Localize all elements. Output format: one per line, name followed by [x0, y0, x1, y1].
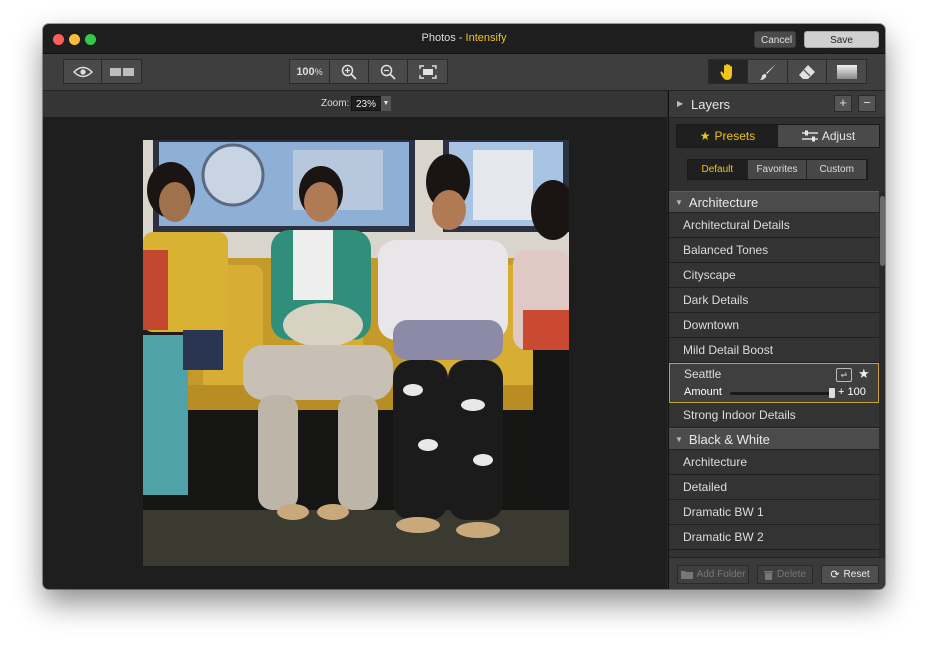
split-view-button[interactable] — [101, 59, 142, 84]
list-item[interactable]: Dark Details — [669, 288, 879, 313]
title-bar: Photos - Intensify Cancel Save Changes — [43, 24, 885, 63]
amount-label: Amount — [684, 386, 722, 398]
list-item[interactable]: Dramatic BW 1 — [669, 500, 879, 525]
tab-presets-label: Presets — [714, 129, 756, 143]
preset-list-scrollbar[interactable] — [879, 191, 885, 581]
gradient-icon — [836, 64, 857, 79]
add-folder-label: Add Folder — [696, 569, 746, 580]
amount-slider-handle[interactable] — [829, 388, 835, 398]
favorite-star-icon[interactable]: ★ — [858, 366, 870, 382]
zoom-dropdown-arrow-icon[interactable]: ▼ — [381, 96, 391, 111]
star-icon: ★ — [699, 129, 711, 143]
remove-layer-button[interactable]: − — [858, 95, 876, 112]
category-header-black-white[interactable]: ▼ Black & White — [669, 428, 879, 450]
hand-icon — [720, 63, 732, 80]
fit-screen-icon — [418, 64, 437, 79]
eraser-tool-button[interactable] — [787, 59, 827, 84]
disclosure-down-icon: ▼ — [675, 197, 683, 207]
amount-slider-track[interactable] — [730, 392, 835, 395]
save-changes-button[interactable]: Save Changes — [804, 31, 879, 63]
reset-button[interactable]: ⟳ Reset — [821, 565, 879, 584]
fit-to-window-button[interactable] — [407, 59, 448, 84]
brush-tool-button[interactable] — [747, 59, 788, 84]
delete-button[interactable]: Delete — [757, 565, 813, 584]
brush-icon — [759, 63, 776, 80]
list-item[interactable]: Detailed — [669, 475, 879, 500]
trash-icon — [764, 570, 774, 580]
add-layer-button[interactable]: + — [834, 95, 852, 112]
window-title-app: Intensify — [465, 32, 507, 44]
split-view-icon — [109, 67, 134, 76]
list-item[interactable]: Cityscape — [669, 263, 879, 288]
reset-label: Reset — [843, 569, 870, 580]
layers-header[interactable]: ▶ Layers + − — [669, 91, 885, 118]
subtab-favorites[interactable]: Favorites — [747, 160, 808, 179]
preset-settings-icon[interactable]: ⇌ — [836, 368, 852, 382]
subway-photo-illustration — [143, 140, 569, 566]
zoom-label: Zoom: — [321, 98, 350, 109]
list-item[interactable]: Balanced Tones — [669, 238, 879, 263]
tab-adjust[interactable]: Adjust — [778, 125, 879, 147]
preset-list: ▼ Architecture Architectural Details Bal… — [669, 191, 879, 581]
disclosure-down-icon: ▼ — [675, 434, 683, 444]
cancel-button[interactable]: Cancel — [754, 31, 796, 48]
zoom-100-button[interactable]: 100% — [289, 59, 330, 84]
window-title-prefix: Photos - — [421, 32, 466, 44]
folder-icon — [680, 571, 693, 579]
subtab-custom[interactable]: Custom — [807, 160, 868, 179]
list-item[interactable]: Downtown — [669, 313, 879, 338]
amount-value: + 100 — [838, 386, 866, 398]
zoom-100-label: 100 — [296, 65, 315, 78]
zoom-100-unit: % — [314, 66, 323, 77]
add-folder-button[interactable]: Add Folder — [677, 565, 749, 584]
presets-panel: ▶ Layers + − ★ Presets Adjust Default Fa… — [668, 91, 885, 589]
plus-icon: + — [839, 95, 847, 110]
app-window: Photos - Intensify Cancel Save Changes 1… — [43, 24, 885, 589]
category-name: Architecture — [688, 194, 759, 210]
minus-icon: − — [863, 95, 871, 110]
panel-mode-tabs: ★ Presets Adjust — [676, 124, 880, 148]
tab-adjust-label: Adjust — [821, 129, 856, 143]
zoom-out-button[interactable] — [368, 59, 408, 84]
zoom-bar: Zoom: 23% ▼ — [43, 91, 667, 118]
list-item[interactable]: Strong Indoor Details — [669, 403, 879, 428]
zoom-in-icon — [341, 64, 357, 80]
preset-filter-tabs: Default Favorites Custom — [687, 159, 868, 180]
eraser-icon — [799, 64, 815, 79]
image-canvas[interactable] — [43, 118, 667, 589]
panel-footer: Add Folder Delete ⟳ Reset — [669, 557, 885, 589]
zoom-out-icon — [380, 64, 396, 80]
list-item[interactable]: Architectural Details — [669, 213, 879, 238]
list-item[interactable]: Architecture — [669, 450, 879, 475]
zoom-in-button[interactable] — [329, 59, 369, 84]
gradient-tool-button[interactable] — [826, 59, 867, 84]
toolbar: 100% — [43, 54, 885, 91]
subtab-default[interactable]: Default — [688, 160, 748, 179]
layers-label: Layers — [691, 97, 731, 112]
photo-preview — [143, 140, 569, 566]
list-item[interactable]: Dramatic BW 2 — [669, 525, 879, 550]
list-item[interactable]: Mild Detail Boost — [669, 338, 879, 363]
category-name: Black & White — [688, 431, 770, 447]
tab-presets[interactable]: ★ Presets — [677, 125, 778, 147]
selected-preset[interactable]: Seattle ⇌ ★ Amount + 100 — [669, 363, 879, 403]
reset-icon: ⟳ — [830, 569, 840, 581]
delete-label: Delete — [777, 569, 806, 580]
hand-tool-button[interactable] — [708, 59, 748, 84]
eye-icon — [72, 66, 93, 77]
sliders-icon — [801, 130, 818, 142]
category-header-architecture[interactable]: ▼ Architecture — [669, 191, 879, 213]
disclosure-triangle-icon[interactable]: ▶ — [677, 99, 683, 108]
preview-toggle-button[interactable] — [63, 59, 102, 84]
selected-preset-name: Seattle — [684, 367, 722, 381]
scrollbar-thumb[interactable] — [880, 196, 885, 266]
